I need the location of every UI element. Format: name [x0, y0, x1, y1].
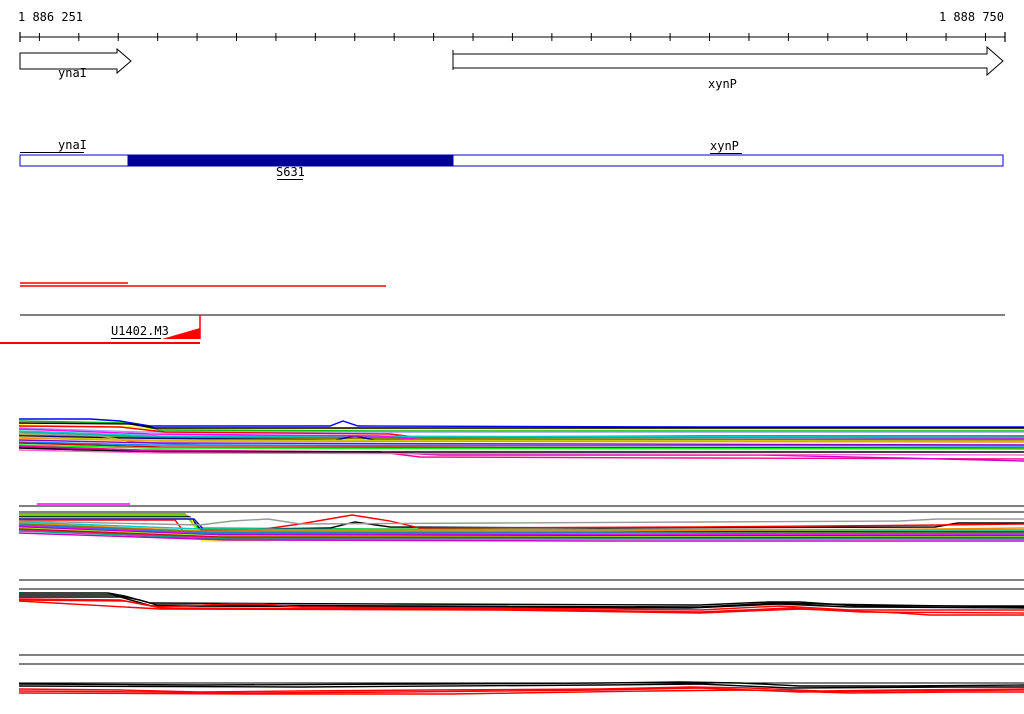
genome-browser-view: 1 886 251 1 888 750 ynaI xynP ynaI xynP …: [0, 0, 1024, 714]
profile-track-3-line: [19, 594, 1024, 608]
region-end-coordinate: 1 888 750: [938, 10, 1004, 24]
genome-browser-canvas: [0, 32, 1024, 695]
profile-track-1-line: [19, 418, 1024, 428]
gene-arrow-label-ynaI: ynaI: [58, 66, 87, 80]
gene-arrow-xynP: [452, 45, 1004, 77]
motif-label-U1402.M3[interactable]: U1402.M3: [111, 325, 169, 338]
region-start-coordinate: 1 886 251: [18, 10, 84, 24]
profile-track-3-line: [19, 592, 1024, 607]
segment-label-S631[interactable]: S631: [276, 166, 305, 179]
gene-arrow-label-xynP: xynP: [708, 77, 737, 91]
region-bar-label-ynaI[interactable]: ynaI: [58, 139, 87, 152]
region-bar-label-xynP[interactable]: xynP: [710, 140, 739, 153]
